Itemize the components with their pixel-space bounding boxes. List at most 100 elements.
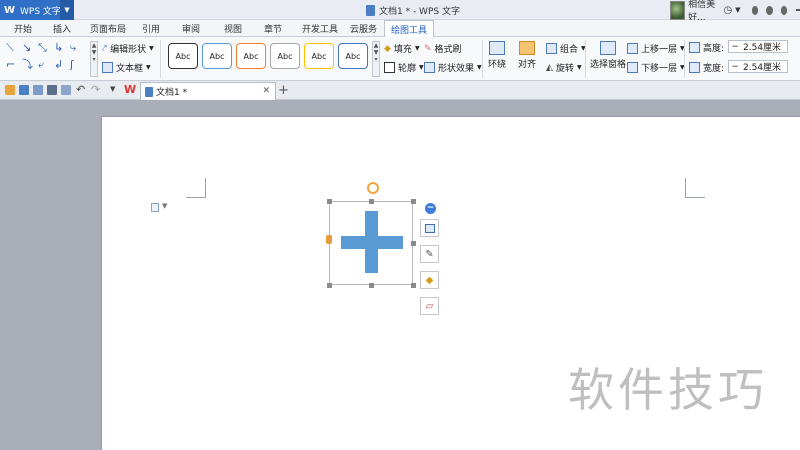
resize-handle[interactable] — [411, 241, 416, 246]
styles-scroll[interactable]: ▲ ▼ ▾ — [372, 41, 380, 77]
height-input[interactable]: − 2.54厘米 — [728, 40, 788, 53]
tab-insert[interactable]: 插入 — [53, 22, 71, 35]
tab-page-layout[interactable]: 页面布局 — [90, 22, 126, 35]
bring-forward-icon — [627, 43, 638, 54]
line-shape-icon[interactable]: ⟍ — [6, 42, 14, 53]
shape-style-2[interactable]: Abc — [202, 43, 232, 69]
collapse-icon[interactable]: − — [425, 203, 436, 214]
margin-corner-top-right — [685, 178, 705, 198]
print-icon[interactable] — [47, 85, 57, 95]
minimize-icon[interactable] — [796, 9, 800, 11]
avatar[interactable] — [670, 0, 686, 20]
tab-developer[interactable]: 开发工具 — [302, 22, 338, 35]
anchor-lock-icon[interactable] — [326, 235, 332, 244]
user-area[interactable]: 相信美好... ◷ ▼ — [670, 0, 800, 23]
undo-icon[interactable]: ↶ — [76, 83, 85, 96]
align-label: 对齐 — [518, 60, 537, 70]
wps-logo-icon: W — [4, 4, 16, 16]
tab-view[interactable]: 视图 — [224, 22, 242, 35]
shape-style-3[interactable]: Abc — [236, 43, 266, 69]
rotate-handle[interactable] — [367, 182, 379, 194]
settings-icon[interactable] — [766, 5, 773, 15]
curve-double-arrow-icon[interactable]: ↲ — [54, 59, 63, 70]
outline-pen-icon: ▱ — [425, 300, 434, 312]
selection-pane-button[interactable]: 选择窗格 — [590, 41, 626, 70]
document-tab[interactable]: 文档1 * ✕ — [140, 82, 276, 100]
send-backward-button[interactable]: 下移一层 ▼ — [627, 61, 685, 74]
plus-shape-horizontal[interactable] — [341, 236, 403, 249]
arrow-line-icon[interactable]: ↘ — [22, 42, 31, 53]
shape-effects-button[interactable]: 形状效果 ▼ — [424, 61, 482, 74]
shape-style-4[interactable]: Abc — [270, 43, 300, 69]
chevron-down-icon[interactable]: ▼ — [60, 0, 74, 20]
fill-button[interactable]: ◆ 填充 ▼ — [384, 42, 420, 56]
tab-review[interactable]: 审阅 — [182, 22, 200, 35]
bring-forward-button[interactable]: 上移一层 ▼ — [627, 42, 685, 55]
tab-references[interactable]: 引用 — [142, 22, 160, 35]
resize-handle[interactable] — [411, 199, 416, 204]
elbow-connector-icon[interactable]: ↳ — [54, 42, 63, 53]
freeform-icon[interactable]: ʃ — [70, 59, 74, 70]
divider — [160, 40, 161, 78]
resize-handle[interactable] — [327, 199, 332, 204]
text-box-label: 文本框 — [116, 64, 144, 74]
elbow-arrow-icon[interactable]: ⤷ — [70, 42, 76, 53]
decrement-icon[interactable]: − — [729, 42, 741, 52]
height-value[interactable]: 2.54厘米 — [741, 40, 787, 53]
skin-icon[interactable] — [751, 5, 759, 15]
shape-style-1[interactable]: Abc — [168, 43, 198, 69]
fill-quick-button[interactable]: ◆ — [420, 271, 439, 289]
edit-shape-button[interactable]: ⤤ 编辑形状 ▼ — [102, 42, 154, 56]
curve-arrow-icon[interactable]: ⤶ — [38, 59, 44, 70]
save-as-icon[interactable] — [33, 85, 43, 95]
double-arrow-icon[interactable]: ⤡ — [38, 42, 47, 53]
width-value[interactable]: 2.54厘米 — [741, 60, 787, 73]
group-button[interactable]: 组合 ▼ — [546, 42, 586, 55]
tab-drawing-tools[interactable]: 绘图工具 — [384, 20, 435, 38]
elbow-line-icon[interactable]: ⌐ — [6, 59, 15, 70]
tab-cloud[interactable]: 云服务 — [350, 22, 377, 35]
print-preview-icon[interactable] — [61, 85, 71, 95]
chevron-down-icon: ▼ — [419, 64, 424, 71]
shape-style-5[interactable]: Abc — [304, 43, 334, 69]
resize-handle[interactable] — [327, 283, 332, 288]
paint-bucket-icon: ◆ — [384, 43, 391, 54]
rotate-button[interactable]: ◭ 旋转 ▼ — [546, 61, 582, 75]
format-painter-button[interactable]: ✎ 格式刷 — [424, 42, 462, 56]
title-bar: W WPS 文字 ▼ 文档1 * - WPS 文字 相信美好... ◷ ▼ — [0, 0, 800, 23]
shape-style-6[interactable]: Abc — [338, 43, 368, 69]
resize-handle[interactable] — [369, 283, 374, 288]
close-icon[interactable]: ✕ — [262, 86, 270, 96]
paragraph-icon[interactable] — [151, 203, 159, 212]
open-folder-icon[interactable] — [5, 85, 15, 95]
group-label: 组合 — [560, 45, 579, 55]
window-title: 文档1 * - WPS 文字 — [366, 4, 460, 17]
help-icon[interactable] — [780, 5, 788, 15]
app-menu-button[interactable]: W WPS 文字 ▼ — [0, 0, 74, 20]
outline-quick-button[interactable]: ▱ — [420, 297, 439, 315]
tab-chapter[interactable]: 章节 — [264, 22, 282, 35]
wrap-label: 环绕 — [488, 60, 507, 70]
new-tab-icon[interactable]: + — [278, 83, 289, 98]
user-chevron-icon[interactable]: ▼ — [735, 6, 740, 14]
wps-office-icon[interactable]: W — [124, 83, 136, 96]
decrement-icon[interactable]: − — [729, 62, 741, 72]
text-box-button[interactable]: 文本框 ▼ — [102, 61, 151, 74]
edit-shape-quick-button[interactable]: ✎ — [420, 245, 439, 263]
width-input[interactable]: − 2.54厘米 — [728, 60, 788, 73]
document-tab-name: 文档1 * — [156, 88, 188, 98]
resize-handle[interactable] — [411, 283, 416, 288]
status-clock-icon[interactable]: ◷ — [723, 5, 732, 16]
chevron-down-icon[interactable]: ▼ — [162, 202, 167, 210]
outline-button[interactable]: 轮廓 ▼ — [384, 61, 424, 74]
resize-handle[interactable] — [369, 199, 374, 204]
wrap-button[interactable]: 环绕 — [488, 41, 506, 70]
wrap-layout-button[interactable] — [420, 219, 439, 237]
save-icon[interactable] — [19, 85, 29, 95]
curve-connector-icon[interactable]: ⤵ — [22, 59, 33, 70]
customize-chevron-icon[interactable]: ▼ — [110, 85, 115, 93]
gallery-scroll[interactable]: ▲ ▼ ▾ — [90, 41, 98, 77]
redo-icon[interactable]: ↷ — [91, 83, 100, 96]
align-button[interactable]: 对齐 — [518, 41, 536, 70]
tab-home[interactable]: 开始 — [14, 22, 32, 35]
